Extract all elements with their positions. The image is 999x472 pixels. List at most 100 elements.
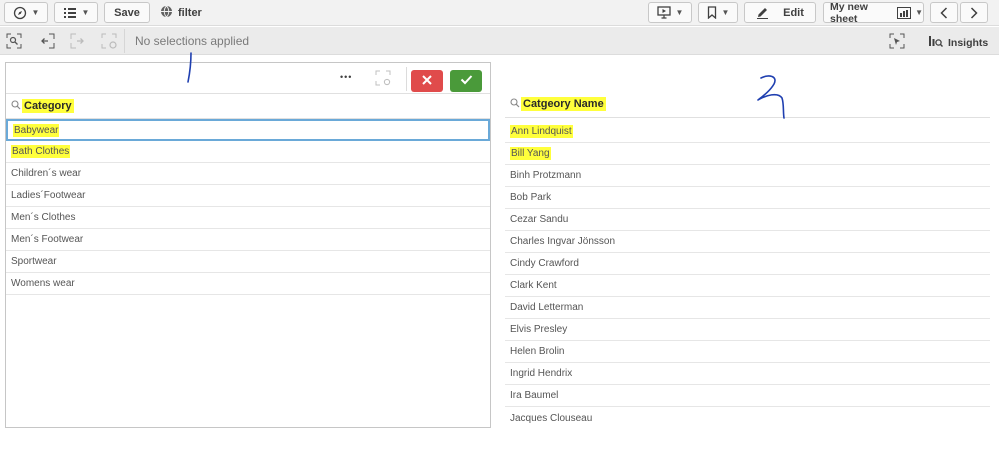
list-item[interactable]: David Letterman <box>505 297 990 319</box>
category-listbox: ••• Category Babywear Bath Clothes Child… <box>5 62 491 428</box>
list-item[interactable]: Ira Baumel <box>505 385 990 407</box>
list-item[interactable]: Clark Kent <box>505 275 990 297</box>
bookmark-icon <box>707 6 717 19</box>
top-toolbar: ▼ ▼ Save filter ▼ ▼ Edit My new sheet ▼ <box>0 0 999 26</box>
list-item-label: Sportwear <box>11 256 57 267</box>
list-item-label: Cezar Sandu <box>510 214 569 225</box>
edit-button-label: Edit <box>783 6 804 19</box>
list-item-label: Men´s Footwear <box>11 234 84 245</box>
selection-tool-icon[interactable] <box>889 33 905 49</box>
list-item[interactable]: Men´s Clothes <box>6 207 490 229</box>
previous-sheet-button[interactable] <box>930 2 958 23</box>
list-item[interactable]: Womens wear <box>6 273 490 295</box>
checkmark-icon <box>460 74 473 88</box>
list-item-label: Children´s wear <box>11 168 82 179</box>
navigation-menu-button[interactable]: ▼ <box>4 2 48 23</box>
list-item-label: Ladies´Footwear <box>11 190 86 201</box>
presentation-icon <box>656 6 671 19</box>
step-back-icon[interactable] <box>39 33 55 49</box>
list-item-label: Clark Kent <box>510 280 557 291</box>
list-item[interactable]: Ann Lindquist <box>505 121 990 143</box>
chevron-down-icon: ▼ <box>721 8 730 17</box>
list-item-label: Bob Park <box>510 192 552 203</box>
list-item[interactable]: Babywear <box>6 119 490 141</box>
list-item-label: Bill Yang <box>510 147 551 160</box>
chevron-left-icon <box>940 6 948 19</box>
list-item-label: Ingrid Hendrix <box>510 368 573 379</box>
category-name-value-list: Ann Lindquist Bill Yang Binh Protzmann B… <box>505 121 990 429</box>
list-item[interactable]: Ladies´Footwear <box>6 185 490 207</box>
list-item[interactable]: Jacques Clouseau <box>505 407 990 429</box>
list-item[interactable]: Helen Brolin <box>505 341 990 363</box>
app-name: filter <box>178 7 202 19</box>
handwritten-mark-2 <box>757 75 785 119</box>
save-button[interactable]: Save <box>104 2 150 23</box>
list-item-label: Men´s Clothes <box>11 212 76 223</box>
list-item[interactable]: Children´s wear <box>6 163 490 185</box>
list-item[interactable]: Men´s Footwear <box>6 229 490 251</box>
list-item-label: Ira Baumel <box>510 390 559 401</box>
more-options-icon[interactable]: ••• <box>340 72 352 82</box>
chevron-right-icon <box>970 6 978 19</box>
list-item-label: Charles Ingvar Jönsson <box>510 236 616 247</box>
list-item-label: Elvis Presley <box>510 324 568 335</box>
category-name-listbox: Catgeory Name Ann Lindquist Bill Yang Bi… <box>505 92 990 432</box>
chevron-down-icon: ▼ <box>915 8 923 17</box>
list-item[interactable]: Bill Yang <box>505 143 990 165</box>
listbox-toolbar: ••• <box>6 63 490 93</box>
list-item-label: Cindy Crawford <box>510 258 579 269</box>
compass-icon <box>13 6 27 20</box>
list-item-label: David Letterman <box>510 302 584 313</box>
edit-button[interactable]: Edit <box>744 2 816 23</box>
insights-button[interactable]: Insights <box>928 35 988 50</box>
save-button-label: Save <box>114 6 140 19</box>
cancel-selection-button[interactable] <box>411 70 443 92</box>
list-item[interactable]: Charles Ingvar Jönsson <box>505 231 990 253</box>
globe-icon <box>160 5 173 21</box>
bookmark-button[interactable]: ▼ <box>698 2 738 23</box>
clear-all-icon <box>101 33 117 49</box>
list-item[interactable]: Elvis Presley <box>505 319 990 341</box>
category-value-list: Babywear Bath Clothes Children´s wear La… <box>6 119 490 295</box>
search-icon <box>11 100 21 113</box>
selection-menu-icon <box>375 70 391 89</box>
divider <box>406 67 407 91</box>
close-icon <box>421 74 433 89</box>
chevron-down-icon: ▼ <box>81 8 90 17</box>
search-icon <box>510 98 520 111</box>
list-item-label: Babywear <box>13 123 60 137</box>
category-field-title: Category <box>22 99 74 113</box>
present-button[interactable]: ▼ <box>648 2 692 23</box>
sheet-thumbnail-icon <box>897 6 912 19</box>
selections-bar: No selections applied Insights <box>0 27 999 55</box>
app-title: filter <box>160 5 202 21</box>
list-item-label: Womens wear <box>11 278 75 289</box>
list-item[interactable]: Sportwear <box>6 251 490 273</box>
insights-label: Insights <box>948 36 989 49</box>
sheet-selector[interactable]: My new sheet ▼ <box>823 1 924 25</box>
pencil-icon <box>756 6 769 19</box>
list-item[interactable]: Cezar Sandu <box>505 209 990 231</box>
list-item[interactable]: Binh Protzmann <box>505 165 990 187</box>
list-icon <box>63 7 77 19</box>
list-item[interactable]: Ingrid Hendrix <box>505 363 990 385</box>
list-item-label: Ann Lindquist <box>510 125 573 138</box>
insights-icon <box>928 35 943 50</box>
confirm-selection-button[interactable] <box>450 70 482 92</box>
list-item[interactable]: Bath Clothes <box>6 141 490 163</box>
category-name-search-header[interactable]: Catgeory Name <box>505 92 990 118</box>
category-search-header[interactable]: Category <box>6 93 490 119</box>
list-item-label: Jacques Clouseau <box>510 412 593 424</box>
global-menu-button[interactable]: ▼ <box>54 2 98 23</box>
step-forward-icon <box>70 33 86 49</box>
chevron-down-icon: ▼ <box>675 8 684 17</box>
list-item-label: Binh Protzmann <box>510 170 582 181</box>
list-item[interactable]: Cindy Crawford <box>505 253 990 275</box>
next-sheet-button[interactable] <box>960 2 988 23</box>
list-item-label: Bath Clothes <box>11 145 71 158</box>
smart-search-icon[interactable] <box>6 33 22 49</box>
list-item[interactable]: Bob Park <box>505 187 990 209</box>
handwritten-mark-1 <box>187 52 192 83</box>
divider <box>124 29 125 53</box>
category-name-field-title: Catgeory Name <box>521 97 606 111</box>
